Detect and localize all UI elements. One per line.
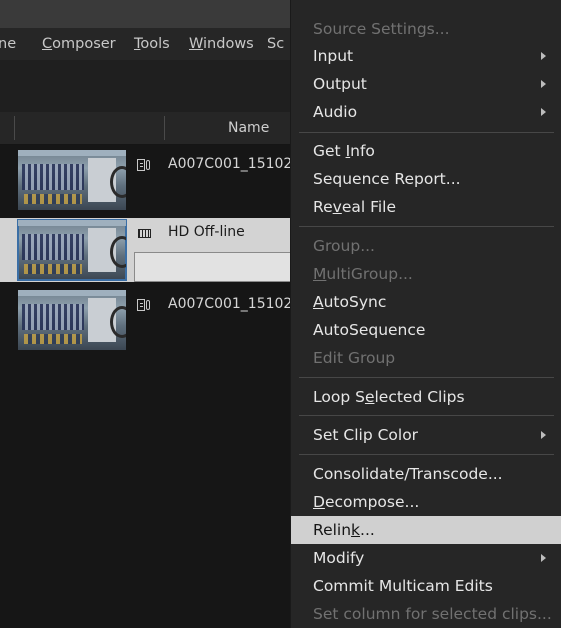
column-separator[interactable] [164,116,165,140]
menu-item-partial-left[interactable]: ne [0,35,16,53]
sequence-thumbnail[interactable] [17,219,127,281]
menu-item-label: Commit Multicam Edits [313,577,493,595]
menu-item-modify[interactable]: Modify [291,544,561,572]
menu-item-sequence-report[interactable]: Sequence Report... [291,165,561,193]
bin-column-header: Name [0,112,300,145]
menu-item-label: Reveal File [313,198,397,216]
menu-bar: ne Composer Tools Windows Sc [0,28,300,60]
menu-item-audio[interactable]: Audio [291,98,561,126]
menu-item-label: Edit Group [313,349,396,367]
menu-divider [299,454,554,455]
menu-item-decompose[interactable]: Decompose... [291,488,561,516]
clip-thumbnail[interactable] [18,290,126,350]
submenu-arrow-icon [541,52,546,60]
menu-item-label: Modify [313,549,365,567]
menu-item-source-settings[interactable]: Source Settings... [291,15,561,43]
menu-item-consolidate-transcode[interactable]: Consolidate/Transcode... [291,460,561,488]
clip-icon [137,299,151,311]
menu-divider [299,226,554,227]
menu-item-edit-group[interactable]: Edit Group [291,344,561,372]
menu-item-autosequence[interactable]: AutoSequence [291,316,561,344]
context-menu: Source Settings... Input Output Audio Ge… [290,0,561,628]
column-separator[interactable] [14,116,15,140]
bin-toolbar [0,60,300,112]
menu-item-reveal-file[interactable]: Reveal File [291,193,561,221]
menu-item-label: Sequence Report... [313,170,461,188]
menu-item-label: Loop Selected Clips [313,388,465,406]
clip-name: A007C001_15102 [168,156,293,172]
menu-item-label: AutoSequence [313,321,426,339]
menu-item-label: Source Settings... [313,20,450,38]
menu-item-partial-right[interactable]: Sc [267,35,284,53]
clip-icon [137,159,151,171]
menu-item-label: Consolidate/Transcode... [313,465,503,483]
menu-item-label: Group... [313,237,375,255]
menu-item-input[interactable]: Input [291,42,561,70]
clip-thumbnail[interactable] [18,150,126,210]
submenu-arrow-icon [541,108,546,116]
menu-item-output[interactable]: Output [291,70,561,98]
menu-item-get-info[interactable]: Get Info [291,137,561,165]
menu-item-label: Output [313,75,367,93]
sequence-name: HD Off-line [168,224,245,240]
submenu-arrow-icon [541,554,546,562]
menu-item-label: Set Clip Color [313,426,419,444]
rename-field[interactable] [134,252,300,282]
menu-item-relink[interactable]: Relink... [291,516,561,544]
clip-name: A007C001_15102 [168,296,293,312]
menu-item-label: Get Info [313,142,375,160]
submenu-arrow-icon [541,80,546,88]
app-window: ne Composer Tools Windows Sc Name A007C0… [0,0,561,628]
menu-item-windows[interactable]: Windows [189,35,254,53]
menu-item-group[interactable]: Group... [291,232,561,260]
bin-row[interactable]: A007C001_15102 [0,148,300,212]
menu-item-label: MultiGroup... [313,265,413,283]
menu-item-label: Input [313,47,354,65]
menu-divider [299,132,554,133]
bin-row[interactable]: A007C001_15102 [0,288,300,352]
menu-divider [299,377,554,378]
menu-divider [299,415,554,416]
menu-item-label: Audio [313,103,358,121]
name-column-header[interactable]: Name [228,120,269,136]
menu-item-label: Decompose... [313,493,420,511]
menu-item-autosync[interactable]: AutoSync [291,288,561,316]
menu-item-set-clip-color[interactable]: Set Clip Color [291,421,561,449]
sequence-icon [138,229,151,238]
menu-item-label: Relink... [313,521,375,539]
menu-item-multigroup[interactable]: MultiGroup... [291,260,561,288]
menu-item-tools[interactable]: Tools [134,35,170,53]
submenu-arrow-icon [541,431,546,439]
menu-item-label: AutoSync [313,293,387,311]
menu-item-composer[interactable]: Composer [42,35,116,53]
menu-item-set-column-for-selected-clips[interactable]: Set column for selected clips... [291,600,561,628]
menu-item-loop-selected-clips[interactable]: Loop Selected Clips [291,383,561,411]
menu-item-label: Set column for selected clips... [313,605,552,623]
menu-item-commit-multicam-edits[interactable]: Commit Multicam Edits [291,572,561,600]
